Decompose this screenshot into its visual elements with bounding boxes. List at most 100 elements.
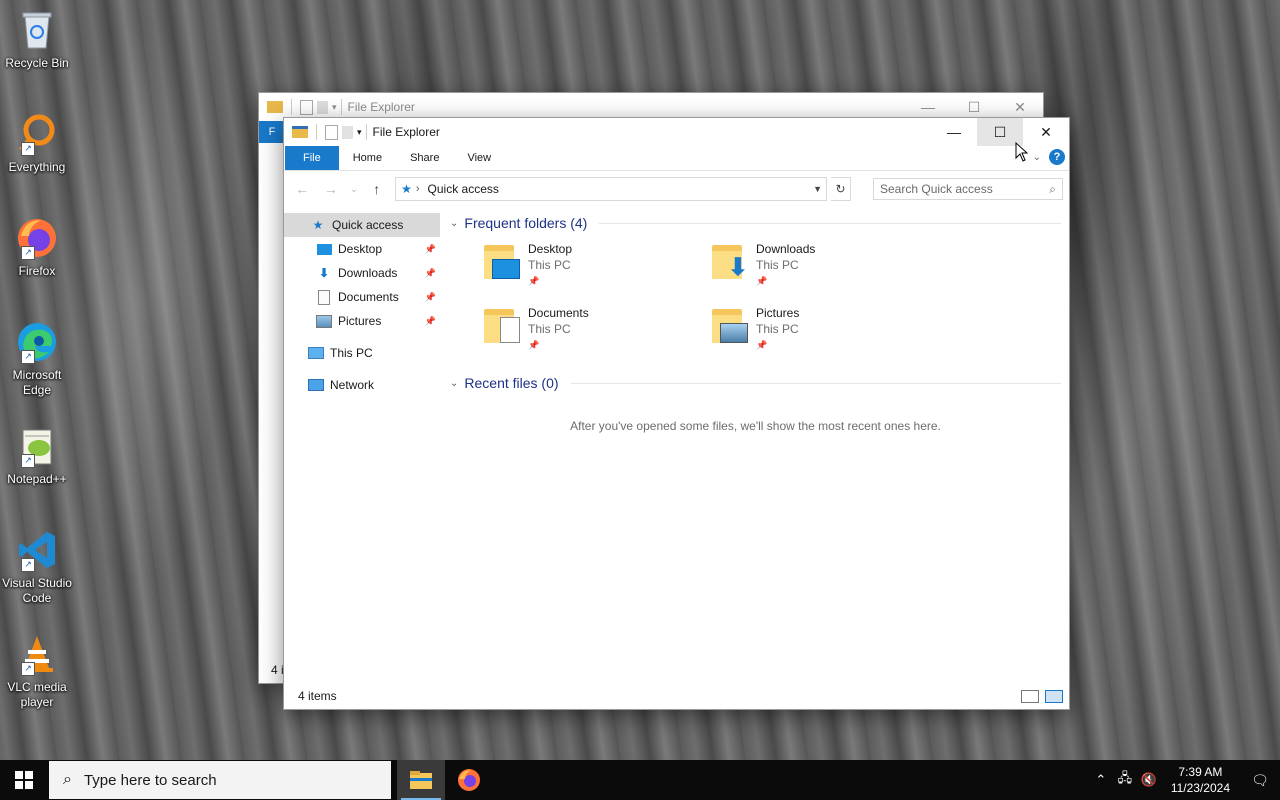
quick-access-star-icon: ★ <box>401 182 412 196</box>
new-folder-icon[interactable] <box>342 125 353 139</box>
properties-icon[interactable] <box>325 124 338 140</box>
status-item-count: 4 items <box>298 689 337 703</box>
desktop-icon-recycle-bin[interactable]: Recycle Bin <box>2 8 72 71</box>
desktop-icon-label: Everything <box>8 160 66 174</box>
desktop-icon <box>316 242 332 256</box>
tab-share[interactable]: Share <box>396 146 453 170</box>
quick-access-star-icon: ★ <box>312 218 324 232</box>
desktop-icon-firefox[interactable]: ↗ Firefox <box>2 216 72 279</box>
back-button[interactable]: ← <box>290 181 315 197</box>
refresh-icon: ↻ <box>835 182 846 196</box>
taskbar-file-explorer[interactable] <box>397 760 445 800</box>
desktop-icon-edge[interactable]: ↗ Microsoft Edge <box>2 320 72 398</box>
pictures-folder-icon <box>710 305 750 345</box>
folder-icon[interactable] <box>292 126 308 138</box>
folder-tile-downloads[interactable]: ⬇ Downloads This PC 📌 <box>710 241 938 289</box>
windows-logo-icon <box>15 771 33 789</box>
new-folder-icon <box>317 100 328 114</box>
nav-item-label: This PC <box>330 346 373 360</box>
firefox-icon: ↗ <box>15 216 59 260</box>
folder-name: Documents <box>528 306 589 320</box>
desktop-icon-label: Microsoft Edge <box>12 368 62 397</box>
shortcut-arrow-icon: ↗ <box>21 558 35 572</box>
clock[interactable]: 7:39 AM 11/23/2024 <box>1171 764 1230 796</box>
file-explorer-window[interactable]: ▾ File Explorer — ☐ ✕ File Home Share Vi… <box>283 117 1070 710</box>
taskbar-search-placeholder: Type here to search <box>83 771 217 789</box>
nav-item-documents[interactable]: Documents 📌 <box>284 285 440 309</box>
pin-icon: 📌 <box>424 243 436 254</box>
nav-item-pictures[interactable]: Pictures 📌 <box>284 309 440 333</box>
nav-item-this-pc[interactable]: This PC <box>284 341 440 365</box>
help-icon[interactable]: ? <box>1049 149 1065 165</box>
shortcut-arrow-icon: ↗ <box>21 246 35 260</box>
notifications-icon[interactable]: 🗨 <box>1240 772 1280 789</box>
minimize-button[interactable]: — <box>931 118 977 146</box>
navigation-pane: ★ Quick access Desktop 📌 ⬇ Downloads 📌 D… <box>284 207 440 687</box>
shortcut-arrow-icon: ↗ <box>21 350 35 364</box>
volume-muted-icon[interactable]: 🔇 <box>1137 772 1161 788</box>
edge-icon: ↗ <box>15 320 59 364</box>
tab-file[interactable]: F <box>259 121 285 143</box>
minimize-icon: — <box>921 99 935 115</box>
group-title: Recent files (0) <box>464 375 559 391</box>
address-bar[interactable]: ★ › Quick access ▼ <box>395 177 828 201</box>
frequent-folders-header[interactable]: ⌄ Frequent folders (4) <box>450 211 1061 235</box>
maximize-icon: ☐ <box>993 123 1007 140</box>
folder-location: This PC <box>756 322 799 336</box>
tab-home[interactable]: Home <box>339 146 396 170</box>
folder-icon <box>267 101 283 113</box>
search-input[interactable]: Search Quick access ⌕ <box>873 178 1064 200</box>
start-button[interactable] <box>0 760 48 800</box>
documents-folder-icon <box>482 305 522 345</box>
network-status-icon[interactable]: 🖧 <box>1113 769 1137 791</box>
forward-button[interactable]: → <box>319 181 344 197</box>
folder-name: Desktop <box>528 242 573 256</box>
desktop-icon-everything[interactable]: ↗ Everything <box>2 112 72 175</box>
content-pane: ⌄ Frequent folders (4) Desktop This PC 📌 <box>440 207 1069 687</box>
desktop-icon-label: Visual Studio Code <box>2 576 72 605</box>
folder-name: Pictures <box>756 306 800 320</box>
nav-item-desktop[interactable]: Desktop 📌 <box>284 237 440 261</box>
close-button[interactable]: ✕ <box>1023 118 1069 146</box>
details-view-button[interactable] <box>1021 689 1039 703</box>
pin-icon: 📌 <box>756 276 768 286</box>
collapse-chevron-icon: ⌄ <box>450 377 459 389</box>
expand-ribbon-icon[interactable]: ⌄ <box>1033 152 1041 163</box>
breadcrumb-location[interactable]: Quick access <box>428 182 499 196</box>
taskbar-firefox[interactable] <box>445 760 493 800</box>
address-dropdown-icon[interactable]: ▼ <box>813 184 822 194</box>
everything-icon: ↗ <box>15 112 59 156</box>
breadcrumb-chevron-icon: › <box>415 183 420 195</box>
up-button[interactable]: ↑ <box>364 181 389 197</box>
taskbar-search-box[interactable]: ⌕ Type here to search <box>49 761 391 799</box>
desktop-icon-vlc[interactable]: ↗ VLC media player <box>2 632 72 710</box>
folder-tile-desktop[interactable]: Desktop This PC 📌 <box>482 241 710 289</box>
large-icons-view-button[interactable] <box>1045 689 1063 703</box>
taskbar: ⌕ Type here to search ⌃ 🖧 🔇 7:39 AM 11/2… <box>0 760 1280 800</box>
folder-tile-documents[interactable]: Documents This PC 📌 <box>482 305 710 353</box>
tab-file[interactable]: File <box>285 146 339 170</box>
refresh-button[interactable]: ↻ <box>831 177 851 201</box>
quick-access-toolbar: ▾ <box>284 124 362 140</box>
window-title: File Explorer <box>372 125 440 139</box>
desktop-icon-notepad-plus-plus[interactable]: ↗ Notepad++ <box>2 424 72 487</box>
search-icon: ⌕ <box>1049 181 1057 196</box>
close-icon: ✕ <box>1014 98 1026 115</box>
qat-dropdown-icon[interactable]: ▾ <box>357 127 362 138</box>
group-title: Frequent folders (4) <box>464 215 588 231</box>
nav-item-quick-access[interactable]: ★ Quick access <box>284 213 440 237</box>
folder-tile-pictures[interactable]: Pictures This PC 📌 <box>710 305 938 353</box>
nav-item-network[interactable]: Network <box>284 373 440 397</box>
tab-view[interactable]: View <box>453 146 505 170</box>
nav-item-downloads[interactable]: ⬇ Downloads 📌 <box>284 261 440 285</box>
recent-locations-button[interactable]: ⌄ <box>347 184 360 195</box>
maximize-icon: ☐ <box>967 98 981 115</box>
close-icon: ✕ <box>1040 123 1052 140</box>
pin-icon: 📌 <box>756 340 768 350</box>
downloads-folder-icon: ⬇ <box>710 241 750 281</box>
desktop-icon-label: Recycle Bin <box>5 56 69 70</box>
desktop-icon-vscode[interactable]: ↗ Visual Studio Code <box>2 528 72 606</box>
show-hidden-icons-chevron-icon[interactable]: ⌃ <box>1089 772 1113 788</box>
mouse-cursor-icon <box>1015 142 1029 162</box>
recent-files-header[interactable]: ⌄ Recent files (0) <box>450 371 1061 395</box>
